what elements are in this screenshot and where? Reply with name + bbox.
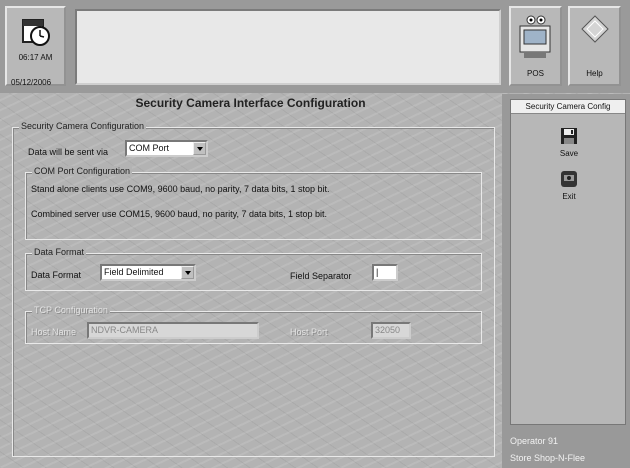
pos-terminal-icon [519, 15, 551, 58]
clock-button[interactable]: 06:17 AM 05/12/2006 [5, 6, 66, 87]
help-label: Help [586, 69, 603, 78]
page-title: Security Camera Interface Configuration [135, 96, 366, 110]
save-label: Save [559, 149, 579, 158]
field-separator-label: Field Separator [290, 271, 352, 281]
side-command-panel: Security Camera Config Save Exit [510, 99, 626, 425]
config-form: Security Camera Interface Configuration … [0, 94, 501, 468]
com-port-legend: COM Port Configuration [32, 166, 133, 176]
exit-button[interactable]: Exit [549, 170, 589, 201]
side-panel-title: Security Camera Config [511, 100, 625, 114]
com-port-info-standalone: Stand alone clients use COM9, 9600 baud,… [31, 184, 330, 194]
pos-label: POS [527, 69, 544, 78]
clock-time: 06:17 AM [18, 53, 53, 62]
security-camera-legend: Security Camera Configuration [19, 121, 147, 131]
save-button[interactable]: Save [549, 127, 589, 158]
host-port-label: Host Port [290, 327, 328, 337]
data-format-label: Data Format [31, 270, 82, 280]
clock-calendar-icon [22, 19, 50, 46]
chevron-down-icon[interactable] [181, 266, 194, 279]
top-bar: 06:17 AM 05/12/2006 POS Help [0, 0, 630, 93]
exit-door-icon [561, 171, 577, 187]
host-name-label: Host Name [31, 327, 77, 337]
send-via-label: Data will be sent via [28, 147, 109, 157]
data-format-legend: Data Format [32, 247, 87, 257]
clock-date: 05/12/2006 [11, 78, 52, 87]
exit-label: Exit [562, 192, 576, 201]
floppy-disk-icon [561, 128, 577, 144]
com-port-group: COM Port Configuration [25, 166, 482, 240]
right-panel: Security Camera Config Save Exit Operato… [502, 94, 630, 468]
store-status: Store Shop-N-Flee [510, 453, 586, 463]
field-separator-input[interactable]: | [372, 264, 398, 281]
send-via-dropdown[interactable]: COM Port [125, 140, 208, 157]
operator-status: Operator 91 [510, 436, 559, 446]
chevron-down-icon[interactable] [193, 142, 206, 155]
host-name-input[interactable]: NDVR-CAMERA [87, 322, 259, 339]
host-port-input[interactable]: 32050 [371, 322, 411, 339]
data-format-value: Field Delimited [104, 267, 164, 277]
send-via-value: COM Port [129, 143, 170, 153]
data-format-group: Data Format [25, 247, 482, 291]
pos-button[interactable]: POS [509, 6, 562, 86]
data-format-dropdown[interactable]: Field Delimited [100, 264, 196, 281]
help-diamond-icon [581, 15, 609, 43]
message-area [75, 9, 501, 85]
help-button[interactable]: Help [568, 6, 621, 86]
com-port-info-combined: Combined server use COM15, 9600 baud, no… [31, 209, 327, 219]
tcp-config-legend: TCP Configuration [32, 305, 110, 315]
